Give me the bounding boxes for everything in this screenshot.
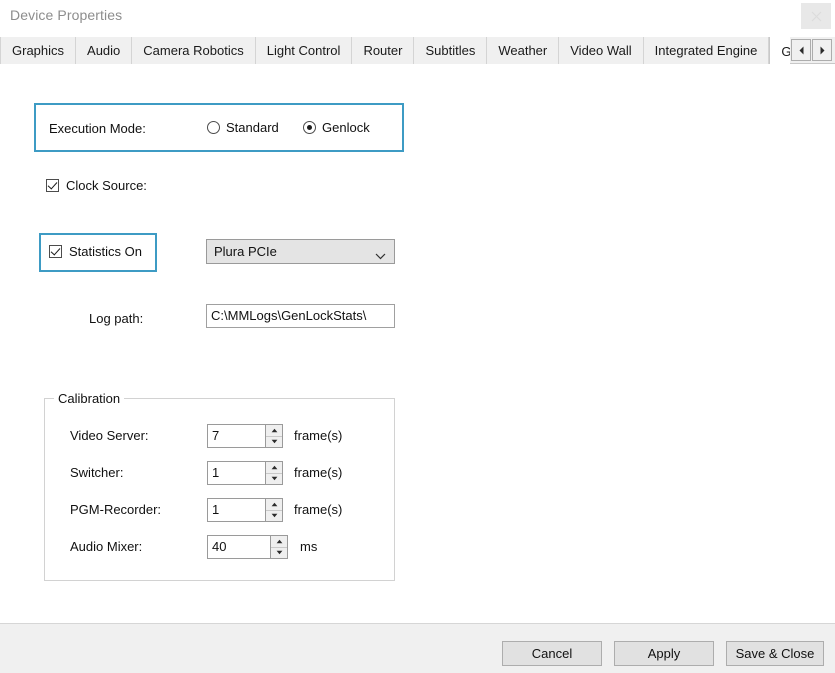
spinner-up-icon[interactable] xyxy=(266,462,282,474)
calibration-row-label: Switcher: xyxy=(70,465,123,480)
checkbox-clock-source[interactable]: Clock Source: xyxy=(46,178,147,193)
save-and-close-button[interactable]: Save & Close xyxy=(726,641,824,666)
spinner-buttons xyxy=(265,425,282,447)
calibration-row-label: Audio Mixer: xyxy=(70,539,142,554)
execution-mode-label: Execution Mode: xyxy=(49,121,146,136)
device-properties-dialog: Device Properties GraphicsAudioCamera Ro… xyxy=(0,0,835,673)
calibration-spinner-value[interactable]: 1 xyxy=(208,462,265,484)
tab-integrated-engine[interactable]: Integrated Engine xyxy=(644,37,770,64)
calibration-group: Calibration Video Server:7frame(s)Switch… xyxy=(44,391,395,581)
radio-execution-mode-standard[interactable]: Standard xyxy=(207,120,279,135)
execution-mode-group: Execution Mode: Standard Genlock xyxy=(34,103,404,152)
tab-graphics[interactable]: Graphics xyxy=(0,37,76,64)
statistics-group: Statistics On xyxy=(39,233,157,272)
calibration-spinner-value[interactable]: 40 xyxy=(208,536,270,558)
window-title: Device Properties xyxy=(10,7,122,23)
calibration-row-label: Video Server: xyxy=(70,428,149,443)
tab-video-wall[interactable]: Video Wall xyxy=(559,37,643,64)
calibration-spinner[interactable]: 1 xyxy=(207,498,283,522)
calibration-spinner-value[interactable]: 7 xyxy=(208,425,265,447)
calibration-spinner[interactable]: 7 xyxy=(207,424,283,448)
tab-subtitles[interactable]: Subtitles xyxy=(414,37,487,64)
tab-audio[interactable]: Audio xyxy=(76,37,132,64)
spinner-buttons xyxy=(265,462,282,484)
calibration-unit-label: frame(s) xyxy=(294,465,342,480)
title-bar: Device Properties xyxy=(0,0,835,32)
clock-source-label: Clock Source: xyxy=(66,178,147,193)
spinner-up-icon[interactable] xyxy=(271,536,287,548)
spinner-down-icon[interactable] xyxy=(266,437,282,448)
spinner-up-icon[interactable] xyxy=(266,425,282,437)
tab-camera-robotics[interactable]: Camera Robotics xyxy=(132,37,255,64)
checkmark-icon xyxy=(49,245,62,258)
tab-content-genlock: Execution Mode: Standard Genlock Clock S… xyxy=(0,64,835,623)
radio-off-icon xyxy=(207,121,220,134)
chevron-down-icon xyxy=(375,248,386,263)
calibration-unit-label: frame(s) xyxy=(294,502,342,517)
tab-genlock[interactable]: Genlock xyxy=(769,37,790,64)
radio-on-icon xyxy=(303,121,316,134)
radio-standard-label: Standard xyxy=(226,120,279,135)
tab-scroll-buttons xyxy=(791,39,832,61)
clock-source-value: Plura PCIe xyxy=(214,244,277,259)
triangle-right-icon[interactable] xyxy=(812,39,832,61)
calibration-legend: Calibration xyxy=(54,391,124,406)
tab-router[interactable]: Router xyxy=(352,37,414,64)
calibration-row: Video Server: 7 frame(s) xyxy=(44,424,395,448)
spinner-up-icon[interactable] xyxy=(266,499,282,511)
calibration-row-label: PGM-Recorder: xyxy=(70,502,161,517)
radio-genlock-label: Genlock xyxy=(322,120,370,135)
tab-strip: GraphicsAudioCamera RoboticsLight Contro… xyxy=(0,37,835,64)
calibration-unit-label: frame(s) xyxy=(294,428,342,443)
tab-weather[interactable]: Weather xyxy=(487,37,559,64)
dialog-footer: Cancel Apply Save & Close xyxy=(0,623,835,673)
log-path-label: Log path: xyxy=(89,311,143,326)
radio-execution-mode-genlock[interactable]: Genlock xyxy=(303,120,370,135)
close-icon[interactable] xyxy=(801,3,831,29)
calibration-spinner[interactable]: 40 xyxy=(207,535,288,559)
statistics-on-label: Statistics On xyxy=(69,244,142,259)
tab-light-control[interactable]: Light Control xyxy=(256,37,353,64)
calibration-row: PGM-Recorder: 1 frame(s) xyxy=(44,498,395,522)
calibration-spinner-value[interactable]: 1 xyxy=(208,499,265,521)
calibration-row: Switcher: 1 frame(s) xyxy=(44,461,395,485)
spinner-down-icon[interactable] xyxy=(266,511,282,522)
log-path-input[interactable]: C:\MMLogs\GenLockStats\ xyxy=(206,304,395,328)
spinner-down-icon[interactable] xyxy=(271,548,287,559)
spinner-buttons xyxy=(265,499,282,521)
checkmark-icon xyxy=(46,179,59,192)
apply-button[interactable]: Apply xyxy=(614,641,714,666)
calibration-spinner[interactable]: 1 xyxy=(207,461,283,485)
triangle-left-icon[interactable] xyxy=(791,39,811,61)
checkbox-statistics-on[interactable]: Statistics On xyxy=(49,244,142,259)
calibration-unit-label: ms xyxy=(300,539,317,554)
clock-source-dropdown[interactable]: Plura PCIe xyxy=(206,239,395,264)
cancel-button[interactable]: Cancel xyxy=(502,641,602,666)
calibration-row: Audio Mixer: 40 ms xyxy=(44,535,395,559)
tab-list: GraphicsAudioCamera RoboticsLight Contro… xyxy=(0,37,790,64)
spinner-buttons xyxy=(270,536,287,558)
spinner-down-icon[interactable] xyxy=(266,474,282,485)
